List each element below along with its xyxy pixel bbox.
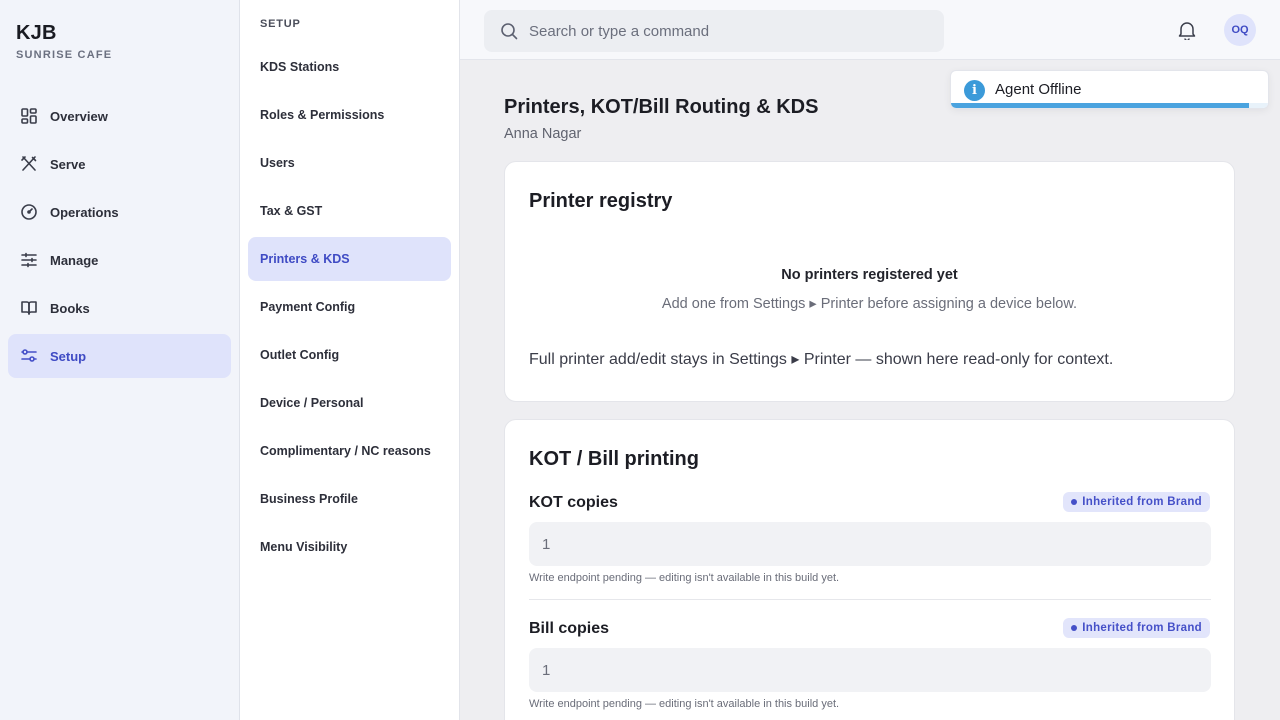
subnav-item-complimentary-nc[interactable]: Complimentary / NC reasons [248, 429, 451, 473]
subnav-item-device-personal[interactable]: Device / Personal [248, 381, 451, 425]
kot-copies-label: KOT copies [529, 494, 618, 511]
subnav-title: SETUP [260, 18, 301, 30]
kot-bill-printing-title: KOT / Bill printing [529, 448, 699, 470]
search-input[interactable] [529, 22, 929, 40]
settings-sliders-icon [20, 347, 38, 365]
nav-label: Setup [50, 348, 87, 364]
nav-item-setup[interactable]: Setup [8, 334, 231, 378]
bill-copies-label: Bill copies [529, 620, 610, 637]
nav-item-overview[interactable]: Overview [8, 94, 231, 138]
kot-bill-printing-card: KOT / Bill printing KOT copies Inherited… [504, 419, 1235, 720]
bill-copies-input[interactable] [529, 648, 1211, 692]
subnav-item-roles-permissions[interactable]: Roles & Permissions [248, 93, 451, 137]
search-bar[interactable] [484, 10, 944, 52]
printer-registry-card: Printer registry No printers registered … [504, 161, 1235, 402]
brand-name: KJB [16, 22, 57, 44]
toast-message: Agent Offline [995, 81, 1082, 98]
user-avatar[interactable]: OQ [1224, 14, 1256, 46]
sliders-icon [20, 251, 38, 269]
bill-copies-hint: Write endpoint pending — editing isn't a… [529, 698, 840, 710]
primary-nav: Overview Serve Operations Manage Books S… [8, 94, 231, 382]
notifications-bell-icon[interactable] [1177, 19, 1197, 41]
subnav-list: KDS Stations Roles & Permissions Users T… [248, 45, 451, 573]
field-divider [529, 599, 1211, 600]
utensils-icon [20, 155, 38, 173]
nav-item-manage[interactable]: Manage [8, 238, 231, 282]
subnav-item-users[interactable]: Users [248, 141, 451, 185]
kot-copies-input[interactable] [529, 522, 1211, 566]
nav-label: Serve [50, 156, 86, 172]
outlet-location: Anna Nagar [504, 126, 582, 142]
badge-label: Inherited from Brand [1082, 622, 1202, 634]
printer-registry-title: Printer registry [529, 190, 673, 212]
subnav-item-business-profile[interactable]: Business Profile [248, 477, 451, 521]
subnav-item-payment-config[interactable]: Payment Config [248, 285, 451, 329]
empty-state-description: Add one from Settings ▸ Printer before a… [661, 296, 1078, 312]
brand: KJB SUNRISE CAFE [16, 22, 112, 61]
nav-item-operations[interactable]: Operations [8, 190, 231, 234]
subnav-item-outlet-config[interactable]: Outlet Config [248, 333, 451, 377]
nav-item-serve[interactable]: Serve [8, 142, 231, 186]
topbar: OQ [460, 0, 1280, 60]
subnav-item-printers-kds[interactable]: Printers & KDS [248, 237, 451, 281]
overview-icon [20, 107, 38, 125]
primary-sidebar: KJB SUNRISE CAFE Overview Serve Operatio… [0, 0, 240, 720]
toast-progress-bar [951, 103, 1249, 108]
badge-dot [1071, 499, 1078, 505]
nav-label: Overview [50, 108, 108, 124]
nav-item-books[interactable]: Books [8, 286, 231, 330]
nav-label: Operations [50, 204, 119, 220]
badge-label: Inherited from Brand [1082, 496, 1202, 508]
outlet-name: SUNRISE CAFE [16, 49, 113, 61]
gauge-icon [20, 203, 38, 221]
nav-label: Manage [50, 252, 99, 268]
inherited-badge: Inherited from Brand [1063, 618, 1210, 638]
inherited-badge: Inherited from Brand [1063, 492, 1210, 512]
nav-label: Books [50, 300, 90, 316]
kot-copies-hint: Write endpoint pending — editing isn't a… [529, 572, 840, 584]
setup-subnav: SETUP KDS Stations Roles & Permissions U… [240, 0, 460, 720]
subnav-item-menu-visibility[interactable]: Menu Visibility [248, 525, 451, 569]
read-only-note: Full printer add/edit stays in Settings … [529, 351, 1114, 368]
badge-dot [1071, 625, 1078, 631]
empty-state-title: No printers registered yet [781, 267, 958, 283]
book-icon [20, 299, 38, 317]
page-title: Printers, KOT/Bill Routing & KDS [504, 96, 819, 118]
subnav-item-tax-gst[interactable]: Tax & GST [248, 189, 451, 233]
agent-offline-toast[interactable]: i Agent Offline [950, 70, 1269, 109]
subnav-item-kds-stations[interactable]: KDS Stations [248, 45, 451, 89]
info-icon: i [964, 80, 985, 101]
search-icon [500, 22, 518, 40]
